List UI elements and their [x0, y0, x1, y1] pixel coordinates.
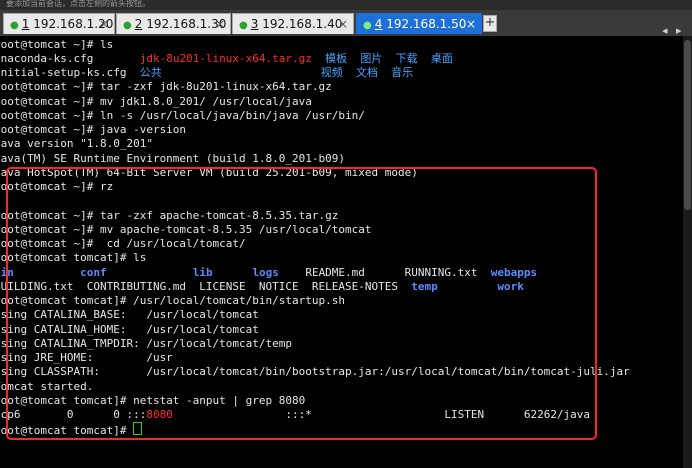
terminal-line: tcp6 0 0 :::8080 :::* LISTEN 62262/java — [0, 408, 590, 422]
terminal-line: root@tomcat ~]# mv jdk1.8.0_201/ /usr/lo… — [0, 95, 312, 109]
terminal-line: root@tomcat ~]# rz — [0, 180, 113, 194]
session-tab-1[interactable]: ● 1 192.168.1.20 × — [3, 13, 115, 34]
cursor-icon — [133, 422, 143, 435]
terminal-scrollbar[interactable] — [683, 36, 692, 468]
terminal-text: 模板 图片 下载 桌面 — [325, 52, 453, 65]
terminal-line: root@tomcat ~]# cd /usr/local/tomcat/ — [0, 237, 246, 251]
terminal-line: root@tomcat ~]# java -version — [0, 123, 186, 137]
terminal-line: root@tomcat tomcat]# netstat -anput | gr… — [0, 394, 305, 408]
terminal-line: java version "1.8.0_201" — [0, 137, 153, 151]
terminal-line: BUILDING.txt CONTRIBUTING.md LICENSE NOT… — [0, 280, 524, 294]
terminal-text: Java(TM) SE Runtime Environment (build 1… — [0, 152, 345, 165]
status-dot-icon: ● — [123, 20, 132, 31]
terminal-text: root@tomcat tomcat]# ls — [0, 251, 147, 264]
terminal-line: Using CLASSPATH: /usr/local/tomcat/bin/b… — [0, 365, 630, 379]
terminal-text: Java HotSpot(TM) 64-Bit Server VM (build… — [0, 166, 418, 179]
terminal-text: Tomcat started. — [0, 380, 94, 393]
terminal-text: root@tomcat ~]# tar -zxf jdk-8u201-linux… — [0, 80, 332, 93]
terminal-line: Java HotSpot(TM) 64-Bit Server VM (build… — [0, 166, 418, 180]
terminal-text: tcp6 0 0 ::: — [0, 408, 147, 421]
terminal-output[interactable]: root@tomcat ~]# ls anaconda-ks.cfg jdk-8u… — [0, 36, 683, 468]
terminal-text: README.md RUNNING.txt — [278, 266, 491, 279]
tab-number: 4 — [374, 17, 383, 31]
terminal-text: :::* LISTEN 62262/java — [172, 408, 591, 421]
terminal-text: Using CATALINA_TMPDIR: /usr/local/tomcat… — [0, 337, 293, 350]
terminal-text: root@tomcat ~]# rz — [0, 180, 114, 193]
close-icon[interactable]: × — [99, 14, 109, 34]
terminal-text: java version "1.8.0_201" — [0, 137, 153, 150]
terminal-text: 视频 文档 音乐 — [320, 66, 414, 79]
terminal-text: initial-setup-ks.cfg — [0, 66, 140, 79]
tab-number: 2 — [134, 17, 143, 31]
terminal-text: 公共 — [139, 66, 162, 79]
tab-host: 192.168.1.50 — [386, 17, 467, 31]
terminal-text: root@tomcat ~]# mv jdk1.8.0_201/ /usr/lo… — [0, 95, 312, 108]
terminal-text: Using JRE_HOME: /usr — [0, 351, 173, 364]
terminal-line: anaconda-ks.cfg jdk-8u201-linux-x64.tar.… — [0, 52, 453, 66]
terminal-text: root@tomcat ~]# cd /usr/local/tomcat/ — [0, 237, 246, 250]
terminal-text: conf — [80, 266, 107, 279]
terminal-text: root@tomcat tomcat]# — [0, 424, 134, 437]
session-hint-bar: 要添加当前会话，点击左侧的箭头按钮。 — [0, 0, 692, 10]
terminal-line: root@tomcat ~]# tar -zxf jdk-8u201-linux… — [0, 80, 332, 94]
terminal-line: Tomcat started. — [0, 380, 93, 394]
terminal-text: bin — [0, 266, 14, 279]
terminal-text: root@tomcat ~]# java -version — [0, 123, 187, 136]
close-icon[interactable]: × — [215, 14, 225, 34]
terminal-text: Using CATALINA_HOME: /usr/local/tomcat — [0, 323, 259, 336]
terminal-text: Using CLASSPATH: /usr/local/tomcat/bin/b… — [0, 365, 630, 378]
terminal-text: root@tomcat ~]# ln -s /usr/local/java/bi… — [0, 109, 365, 122]
terminal-text: 8080 — [146, 408, 173, 421]
terminal-line: Using CATALINA_BASE: /usr/local/tomcat — [0, 308, 259, 322]
terminal-line: root@tomcat ~]# ls — [0, 38, 113, 52]
terminal-text: root@tomcat ~]# ls — [0, 38, 114, 51]
terminal-line: bin conf lib logs README.md RUNNING.txt … — [0, 266, 537, 280]
terminal-text: jdk-8u201-linux-x64.tar.gz — [139, 52, 312, 65]
terminal-line: Using CATALINA_HOME: /usr/local/tomcat — [0, 323, 259, 337]
session-tab-bar: ● 1 192.168.1.20 × ● 2 192.168.1.30 × ● 3 1… — [0, 10, 692, 37]
terminal-text: root@tomcat ~]# tar -zxf apache-tomcat-8… — [0, 209, 339, 222]
terminal-text: root@tomcat ~]# mv apache-tomcat-8.5.35 … — [0, 223, 372, 236]
tab-number: 3 — [250, 17, 259, 31]
terminal-text: BUILDING.txt CONTRIBUTING.md LICENSE NOT… — [0, 280, 412, 293]
terminal-text: logs — [252, 266, 279, 279]
close-icon[interactable]: × — [338, 14, 348, 34]
session-tab-2[interactable]: ● 2 192.168.1.30 × — [116, 13, 231, 34]
add-tab-button[interactable]: + — [483, 15, 497, 32]
terminal-text: webapps — [490, 266, 538, 279]
terminal-line: root@tomcat ~]# tar -zxf apache-tomcat-8… — [0, 209, 338, 223]
terminal-line: initial-setup-ks.cfg 公共 视频 文档 音乐 — [0, 66, 413, 80]
terminal-line: root@tomcat ~]# ln -s /usr/local/java/bi… — [0, 109, 365, 123]
status-dot-icon: ● — [10, 20, 19, 31]
terminal-line: Using CATALINA_TMPDIR: /usr/local/tomcat… — [0, 337, 292, 351]
scrollbar-thumb[interactable] — [684, 40, 691, 210]
terminal-line: Java(TM) SE Runtime Environment (build 1… — [0, 152, 345, 166]
session-tab-3[interactable]: ● 3 192.168.1.40 × — [232, 13, 354, 34]
status-dot-icon: ● — [363, 20, 372, 31]
terminal-text: lib — [192, 266, 213, 279]
terminal-text: root@tomcat tomcat]# netstat -anput | gr… — [0, 394, 306, 407]
terminal-text: work — [497, 280, 524, 293]
terminal-line: Using JRE_HOME: /usr — [0, 351, 173, 365]
terminal-line: root@tomcat tomcat]# /usr/local/tomcat/b… — [0, 294, 345, 308]
terminal-text: temp — [411, 280, 438, 293]
terminal-text: anaconda-ks.cfg — [0, 52, 140, 65]
terminal-text: root@tomcat tomcat]# /usr/local/tomcat/b… — [0, 294, 345, 307]
close-icon[interactable]: × — [466, 14, 476, 34]
tab-host: 192.168.1.40 — [262, 17, 343, 31]
session-tab-4[interactable]: ● 4 192.168.1.50 × — [356, 13, 482, 34]
terminal-line: root@tomcat ~]# mv apache-tomcat-8.5.35 … — [0, 223, 372, 237]
terminal-line: root@tomcat tomcat]# — [0, 422, 143, 437]
terminal-line: root@tomcat tomcat]# ls — [0, 251, 146, 265]
status-dot-icon: ● — [239, 20, 248, 31]
tab-number: 1 — [21, 17, 30, 31]
terminal-text: Using CATALINA_BASE: /usr/local/tomcat — [0, 308, 259, 321]
